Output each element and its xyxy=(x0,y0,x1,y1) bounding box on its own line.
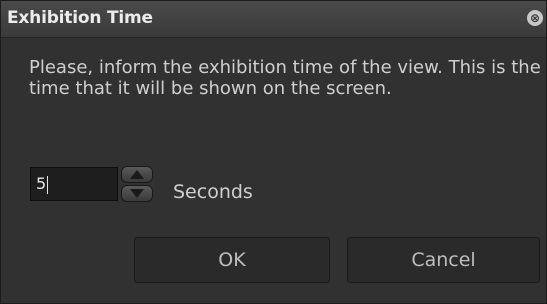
time-spinbox: 5 xyxy=(30,166,155,204)
arrow-down-icon[interactable] xyxy=(121,185,153,202)
dialog-title: Exhibition Time xyxy=(7,8,153,28)
cancel-button[interactable]: Cancel xyxy=(347,237,540,283)
close-icon[interactable]: ⊗ xyxy=(527,10,543,26)
ok-button[interactable]: OK xyxy=(134,237,330,283)
spin-buttons xyxy=(121,166,153,202)
arrow-up-icon[interactable] xyxy=(121,166,153,183)
title-bar: Exhibition Time ⊗ xyxy=(1,1,546,38)
time-input[interactable]: 5 xyxy=(30,167,118,201)
seconds-label: Seconds xyxy=(173,181,253,203)
exhibition-time-dialog: Exhibition Time ⊗ Please, inform the exh… xyxy=(0,0,547,304)
text-caret xyxy=(47,175,49,194)
instruction-text: Please, inform the exhibition time of th… xyxy=(29,57,541,99)
time-value: 5 xyxy=(36,174,47,193)
